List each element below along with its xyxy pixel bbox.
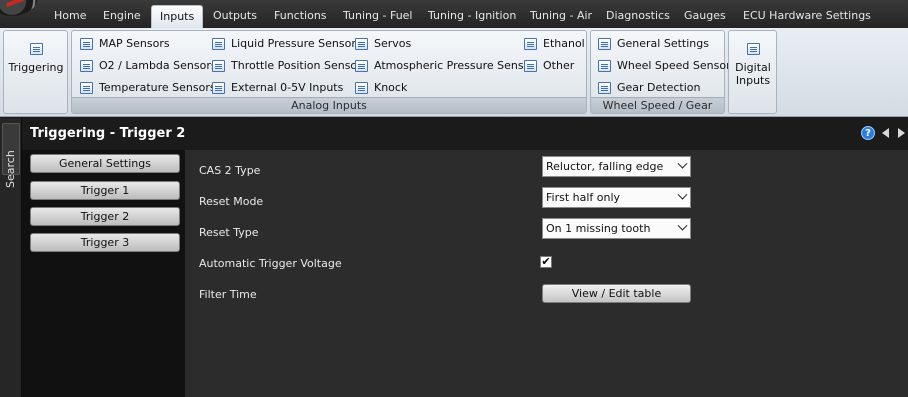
gear-detection-button[interactable]: Gear Detection: [598, 78, 701, 98]
sidenav-general-settings[interactable]: General Settings: [30, 154, 180, 173]
sidenav-trigger-1[interactable]: Trigger 1: [30, 181, 180, 200]
external-inputs-label: External 0-5V Inputs: [231, 81, 344, 94]
table-icon: [746, 43, 760, 55]
table-icon: [212, 60, 225, 72]
ethanol-button[interactable]: Ethanol: [524, 34, 585, 54]
view-edit-table-button[interactable]: View / Edit table: [542, 284, 691, 303]
menu-outputs[interactable]: Outputs: [205, 5, 265, 28]
menu-functions[interactable]: Functions: [266, 5, 335, 28]
table-icon: [80, 82, 93, 94]
wheel-general-settings-label: General Settings: [617, 37, 709, 50]
table-icon: [524, 60, 537, 72]
servos-label: Servos: [374, 37, 412, 50]
menu-home[interactable]: Home: [46, 5, 94, 28]
external-inputs-button[interactable]: External 0-5V Inputs: [212, 78, 343, 98]
analog-inputs-group-label: Analog Inputs: [72, 97, 586, 113]
filter-time-label: Filter Time: [199, 288, 257, 301]
triggering-label: Triggering: [8, 61, 64, 74]
table-icon: [355, 60, 368, 72]
app-logo[interactable]: [0, 0, 38, 16]
help-icon[interactable]: ?: [861, 126, 875, 140]
menu-bar: Home Engine Inputs Outputs Functions Tun…: [0, 0, 908, 30]
settings-panel: CAS 2 Type Reluctor, falling edge Reset …: [185, 150, 908, 397]
map-sensors-button[interactable]: MAP Sensors: [80, 34, 170, 54]
throttle-position-button[interactable]: Throttle Position Sensor: [212, 56, 362, 76]
liquid-pressure-button[interactable]: Liquid Pressure Sensors: [212, 34, 362, 54]
logo-slash: [5, 0, 25, 7]
menu-tuning-air[interactable]: Tuning - Air: [522, 5, 600, 28]
wheel-general-settings-button[interactable]: General Settings: [598, 34, 709, 54]
other-button[interactable]: Other: [524, 56, 574, 76]
atmospheric-pressure-label: Atmospheric Pressure Sensor: [374, 59, 535, 72]
ribbon-group-analog-inputs: MAP Sensors O2 / Lambda Sensors Temperat…: [71, 30, 587, 114]
auto-trigger-voltage-checkbox[interactable]: ✔: [540, 256, 552, 268]
reset-type-value: On 1 missing tooth: [546, 222, 651, 235]
table-icon: [598, 38, 611, 50]
o2-lambda-button[interactable]: O2 / Lambda Sensors: [80, 56, 217, 76]
table-icon: [524, 38, 537, 50]
knock-label: Knock: [374, 81, 408, 94]
table-icon: [212, 82, 225, 94]
menu-engine[interactable]: Engine: [95, 5, 149, 28]
table-icon: [355, 38, 368, 50]
ribbon: Triggering MAP Sensors O2 / Lambda Senso…: [0, 28, 908, 117]
cas-type-label: CAS 2 Type: [199, 164, 261, 177]
chevron-down-icon: [677, 189, 688, 200]
reset-mode-select[interactable]: First half only: [542, 187, 691, 208]
content-header: Triggering - Trigger 2 ?: [22, 118, 908, 150]
sidenav-trigger-3[interactable]: Trigger 3: [30, 233, 180, 252]
o2-lambda-label: O2 / Lambda Sensors: [99, 59, 217, 72]
throttle-position-label: Throttle Position Sensor: [231, 59, 362, 72]
next-arrow-icon[interactable]: [898, 128, 905, 138]
reset-mode-label: Reset Mode: [199, 195, 264, 208]
ribbon-group-digital-inputs: Digital Inputs: [728, 30, 777, 114]
map-sensors-label: MAP Sensors: [99, 37, 170, 50]
temperature-sensors-button[interactable]: Temperature Sensors: [80, 78, 216, 98]
chevron-down-icon: [677, 220, 688, 231]
menu-gauges[interactable]: Gauges: [676, 5, 734, 28]
cas-type-select[interactable]: Reluctor, falling edge: [542, 156, 691, 177]
table-icon: [355, 82, 368, 94]
table-icon: [598, 82, 611, 94]
servos-button[interactable]: Servos: [355, 34, 411, 54]
menu-tuning-ignition[interactable]: Tuning - Ignition: [420, 5, 524, 28]
previous-arrow-icon[interactable]: [882, 128, 889, 138]
other-label: Other: [543, 59, 575, 72]
table-icon: [80, 38, 93, 50]
menu-inputs[interactable]: Inputs: [151, 5, 204, 28]
digital-inputs-button[interactable]: Digital Inputs: [731, 43, 775, 87]
menu-ecu-hardware-settings[interactable]: ECU Hardware Settings: [735, 5, 879, 28]
table-icon: [29, 43, 43, 55]
trigger-sidenav: General Settings Trigger 1 Trigger 2 Tri…: [22, 150, 185, 397]
reset-type-select[interactable]: On 1 missing tooth: [542, 218, 691, 239]
page-title: Triggering - Trigger 2: [30, 126, 186, 141]
triggering-button[interactable]: Triggering: [8, 43, 64, 74]
ethanol-label: Ethanol: [543, 37, 585, 50]
atmospheric-pressure-button[interactable]: Atmospheric Pressure Sensor: [355, 56, 535, 76]
auto-trigger-voltage-label: Automatic Trigger Voltage: [199, 257, 342, 270]
temperature-sensors-label: Temperature Sensors: [99, 81, 216, 94]
table-icon: [80, 60, 93, 72]
search-tab-label: Search: [4, 150, 17, 188]
table-icon: [212, 38, 225, 50]
sidenav-trigger-2[interactable]: Trigger 2: [30, 207, 180, 226]
table-icon: [598, 60, 611, 72]
ribbon-group-wheel-speed-gear: General Settings Wheel Speed Sensor Gear…: [590, 30, 731, 114]
search-side-panel: Search: [0, 118, 22, 397]
wheel-speed-gear-group-label: Wheel Speed / Gear: [591, 97, 724, 113]
ribbon-group-triggering: Triggering: [3, 30, 68, 114]
wheel-speed-sensor-button[interactable]: Wheel Speed Sensor: [598, 56, 731, 76]
menu-diagnostics[interactable]: Diagnostics: [598, 5, 678, 28]
wheel-speed-sensor-label: Wheel Speed Sensor: [617, 59, 731, 72]
reset-mode-value: First half only: [546, 191, 621, 204]
knock-button[interactable]: Knock: [355, 78, 407, 98]
reset-type-label: Reset Type: [199, 226, 259, 239]
digital-inputs-label-2: Inputs: [735, 74, 771, 87]
cas-type-value: Reluctor, falling edge: [546, 160, 664, 173]
gear-detection-label: Gear Detection: [617, 81, 701, 94]
chevron-down-icon: [677, 158, 688, 169]
menu-tuning-fuel[interactable]: Tuning - Fuel: [335, 5, 421, 28]
digital-inputs-label-1: Digital: [735, 61, 771, 74]
liquid-pressure-label: Liquid Pressure Sensors: [231, 37, 362, 50]
